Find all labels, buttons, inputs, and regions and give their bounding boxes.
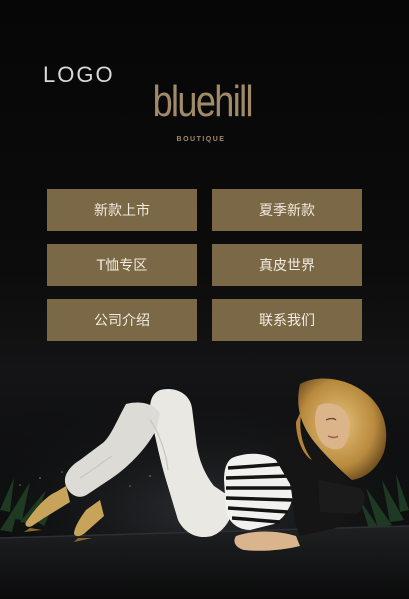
menu-button-leather[interactable]: 真皮世界 xyxy=(212,244,362,286)
main-menu: 新款上市 夏季新款 T恤专区 真皮世界 公司介绍 联系我们 xyxy=(47,189,362,341)
menu-button-contact[interactable]: 联系我们 xyxy=(212,299,362,341)
logo-placeholder: LOGO xyxy=(43,62,115,87)
menu-button-tshirts[interactable]: T恤专区 xyxy=(47,244,197,286)
hero-image xyxy=(0,378,409,599)
menu-button-summer-new[interactable]: 夏季新款 xyxy=(212,189,362,231)
menu-button-new-arrivals[interactable]: 新款上市 xyxy=(47,189,197,231)
brand-subtitle: BOUTIQUE xyxy=(176,136,226,143)
app-screen: LOGO bluehill BOUTIQUE 新款上市 夏季新款 T恤专区 真皮… xyxy=(0,0,409,599)
brand-logo[interactable]: bluehill BOUTIQUE xyxy=(142,76,260,143)
menu-button-about[interactable]: 公司介绍 xyxy=(47,299,197,341)
brand-name: bluehill xyxy=(152,77,254,126)
